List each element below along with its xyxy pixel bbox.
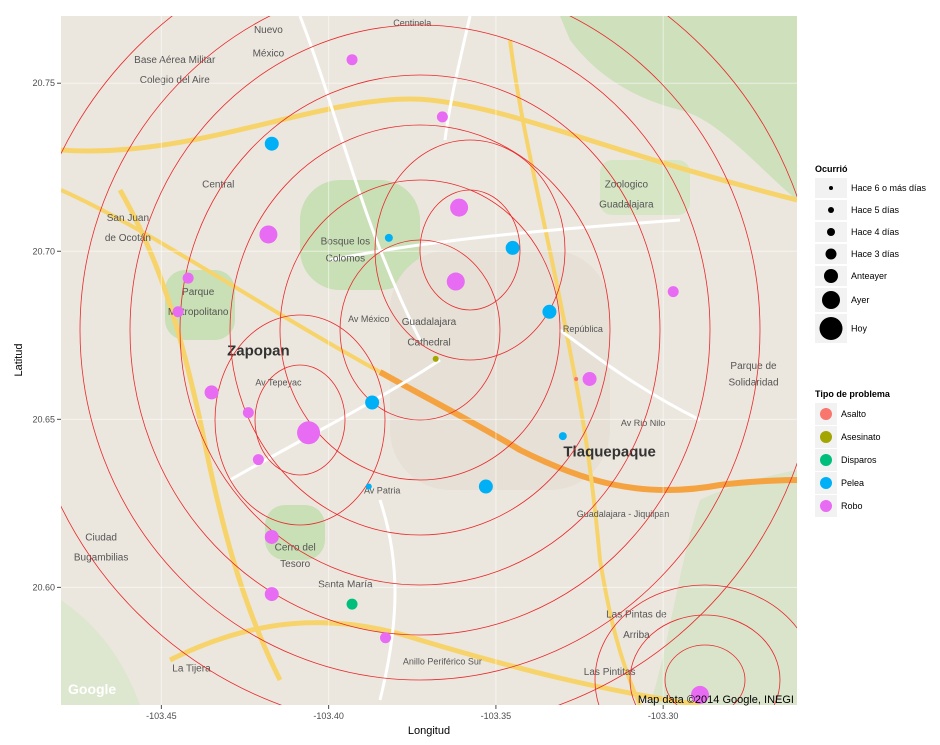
data-point-robo (380, 632, 392, 644)
map-label: Av México (348, 314, 389, 324)
legend-color-title: Tipo de problema (815, 389, 891, 399)
data-point-robo (450, 198, 469, 217)
x-tick-label: -103.40 (313, 711, 344, 721)
legend-color-key (820, 431, 832, 443)
data-point-robo (346, 54, 358, 66)
map-label: Guadalajara (402, 317, 457, 328)
legend-color-label: Asalto (841, 409, 866, 419)
map-label: Base Aérea Militar (134, 55, 216, 66)
map-label: Av Tepeyac (255, 378, 302, 388)
map-label: Bosque los (321, 237, 370, 248)
data-point-disparos (346, 598, 358, 610)
map-label: Colomos (326, 253, 365, 264)
map-label: México (253, 48, 285, 59)
map-label: Guadalajara - Jiquilpan (577, 509, 670, 519)
basemap: Nuevo México Base Aérea Militar Colegio del… (61, 16, 797, 705)
x-axis: -103.45 -103.40 -103.35 -103.30 (146, 705, 678, 721)
data-point-robo (667, 286, 679, 298)
data-point-robo (182, 272, 194, 284)
map-label: Las Pintas de (606, 610, 667, 621)
legend-color-label: Pelea (841, 478, 864, 488)
map-label: La Tijera (172, 663, 211, 674)
chart-root: Nuevo México Base Aérea Militar Colegio del… (13, 16, 927, 737)
x-tick-label: -103.45 (146, 711, 177, 721)
data-point-pelea (365, 395, 380, 410)
map-label: Ciudad (85, 532, 117, 543)
data-point-robo (252, 454, 264, 466)
data-point-pelea (384, 233, 393, 242)
legend-size-label: Hoy (851, 324, 868, 334)
data-point-robo (259, 225, 278, 244)
data-point-robo (204, 385, 219, 400)
legend-size-title: Ocurrió (815, 164, 848, 174)
map-label: Bugambilias (74, 552, 128, 563)
legend-color: Tipo de problema Asalto Asesinato Disparos… (815, 389, 891, 517)
map-label: Anillo Periférico Sur (403, 657, 482, 667)
legend-color-key (820, 500, 832, 512)
data-point-robo (172, 306, 184, 318)
google-logo: Google (68, 681, 116, 697)
x-axis-title: Longitud (408, 725, 450, 737)
data-point-asalto (574, 376, 579, 381)
data-point-pelea (478, 479, 493, 494)
data-point-robo (446, 272, 465, 291)
map-label: República (563, 324, 603, 334)
data-point-pelea (558, 432, 567, 441)
data-point-robo (264, 529, 279, 544)
y-tick-label: 20.65 (32, 414, 55, 424)
legend-size-label: Anteayer (851, 271, 887, 281)
legend-size-label: Hace 5 días (851, 205, 900, 215)
data-point-robo (436, 111, 448, 123)
map-label: Parque (182, 287, 215, 298)
data-point-pelea (264, 136, 279, 151)
legend-color-label: Disparos (841, 455, 877, 465)
y-axis-title: Latitud (13, 343, 25, 376)
map-label: Nuevo (254, 25, 283, 36)
legend-size-key (824, 269, 838, 283)
map-label: Colegio del Aire (140, 75, 210, 86)
data-point-robo (582, 371, 597, 386)
legend-size-key (819, 317, 843, 340)
map-label: Solidaridad (728, 378, 778, 389)
map-attribution: Map data ©2014 Google, INEGI (638, 694, 794, 706)
x-tick-label: -103.35 (481, 711, 512, 721)
legend-color-key (820, 477, 832, 489)
map-label: Centinela (393, 18, 431, 28)
x-tick-label: -103.30 (648, 711, 679, 721)
map-label: Zoologico (605, 179, 649, 190)
legend-color-label: Asesinato (841, 432, 881, 442)
y-tick-label: 20.70 (32, 246, 55, 256)
y-tick-label: 20.60 (32, 582, 55, 592)
data-point-robo (242, 407, 254, 419)
map-label: Zapopan (227, 342, 290, 359)
data-point-robo (264, 587, 279, 602)
legend-size-key (822, 291, 840, 309)
data-point-asesinato (432, 355, 439, 362)
data-point-pelea (505, 240, 520, 255)
legend-size-key (828, 207, 834, 213)
map-label: Santa María (318, 579, 373, 590)
legend-size: Ocurrió Hace 6 o más días Hace 5 días Hace… (815, 164, 927, 343)
y-tick-label: 20.75 (32, 78, 55, 88)
legend-size-label: Hace 3 días (851, 249, 900, 259)
legend-size-key (827, 228, 835, 236)
map-label: Central (202, 179, 234, 190)
data-point-pelea (365, 483, 372, 490)
legend-size-label: Hace 6 o más días (851, 183, 927, 193)
legend-color-key (820, 408, 832, 420)
data-point-pelea (542, 304, 557, 319)
legend-color-label: Robo (841, 501, 863, 511)
map-label: San Juan (107, 213, 149, 224)
legend-size-key (829, 186, 833, 190)
legend-color-key (820, 454, 832, 466)
legend-size-label: Ayer (851, 295, 869, 305)
legend-size-key (825, 248, 837, 260)
map-label: Parque de (730, 361, 777, 372)
map-label: Tesoro (280, 559, 310, 570)
map-label: Guadalajara (599, 200, 654, 211)
legend-size-label: Hace 4 días (851, 227, 900, 237)
data-point-robo (297, 421, 321, 445)
y-axis: 20.60 20.65 20.70 20.75 (32, 78, 61, 592)
